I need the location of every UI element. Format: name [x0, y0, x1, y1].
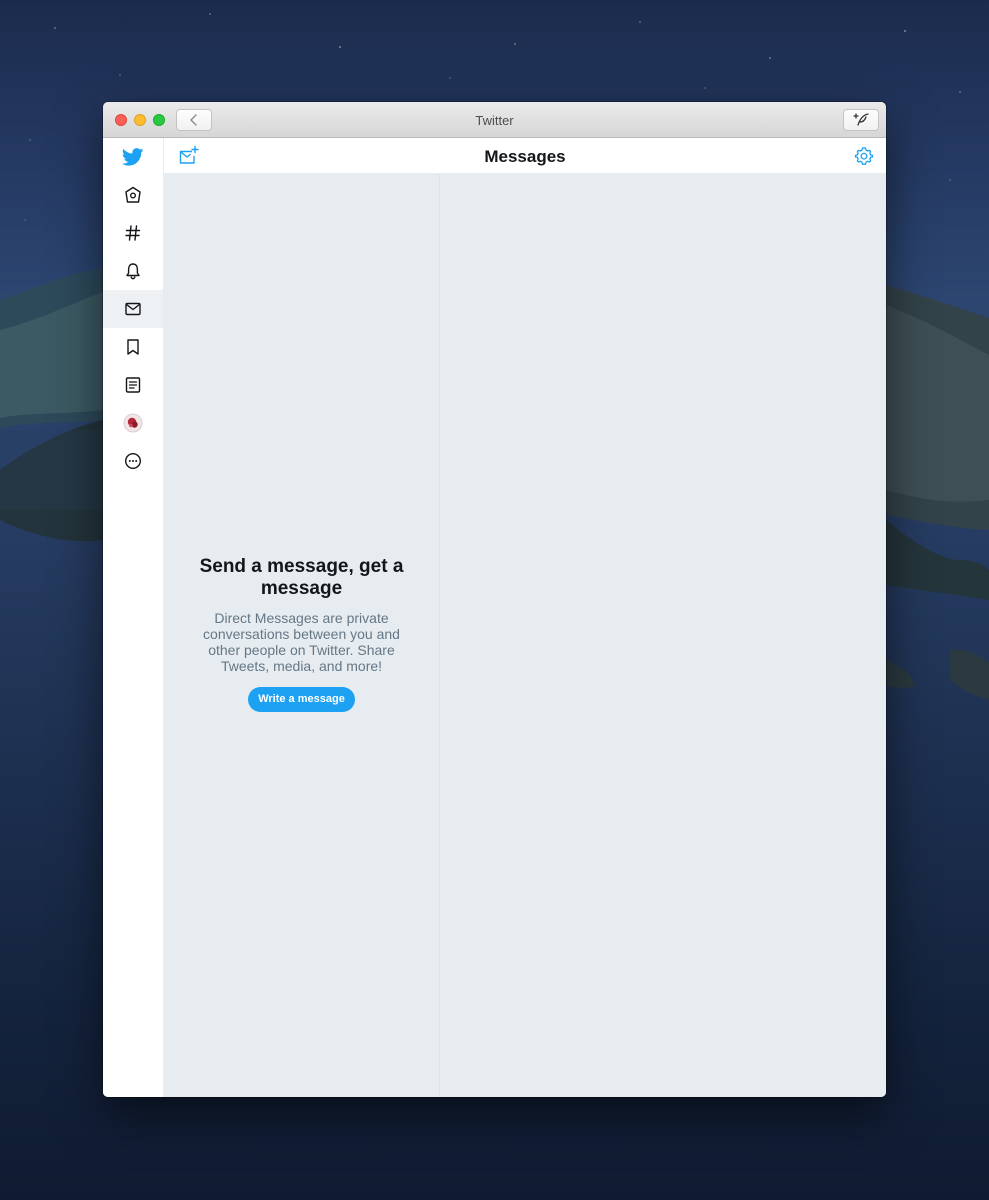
title-bar: Twitter — [103, 102, 886, 138]
home-icon — [125, 186, 141, 203]
write-message-button[interactable]: Write a message — [248, 687, 355, 712]
window-title: Twitter — [475, 113, 514, 128]
empty-state-title: Send a message, get a message — [199, 556, 404, 599]
sidebar-item-messages[interactable] — [103, 290, 163, 328]
twitter-bird-icon — [122, 148, 144, 166]
avatar-icon — [123, 413, 143, 433]
more-icon — [124, 452, 142, 470]
bookmark-icon — [127, 339, 139, 355]
sidebar-nav — [103, 138, 164, 1097]
page-title: Messages — [484, 147, 566, 166]
conversation-list-pane: Send a message, get a message Direct Mes… — [164, 174, 440, 1097]
sidebar-item-profile[interactable] — [103, 404, 163, 442]
sidebar-item-explore[interactable] — [103, 214, 163, 252]
sidebar-item-lists[interactable] — [103, 366, 163, 404]
compose-tweet-icon — [853, 113, 869, 126]
sidebar-item-home[interactable] — [103, 176, 163, 214]
empty-state-description: Direct Messages are private conversation… — [203, 610, 400, 674]
conversation-detail-pane — [440, 174, 886, 1097]
envelope-icon — [125, 302, 141, 316]
hashtag-icon — [125, 225, 141, 241]
gear-icon[interactable] — [854, 146, 874, 166]
sidebar-item-notifications[interactable] — [103, 252, 163, 290]
compose-tweet-button[interactable] — [843, 109, 879, 131]
sidebar-item-twitter-logo[interactable] — [103, 138, 163, 176]
app-window: Twitter Messages Send a message, get a m… — [103, 102, 886, 1097]
messages-header: Messages — [164, 138, 886, 174]
lists-icon — [125, 377, 141, 393]
empty-state: Send a message, get a message Direct Mes… — [164, 556, 439, 712]
sidebar-item-bookmarks[interactable] — [103, 328, 163, 366]
bell-icon — [126, 263, 140, 280]
sidebar-item-more[interactable] — [103, 442, 163, 480]
